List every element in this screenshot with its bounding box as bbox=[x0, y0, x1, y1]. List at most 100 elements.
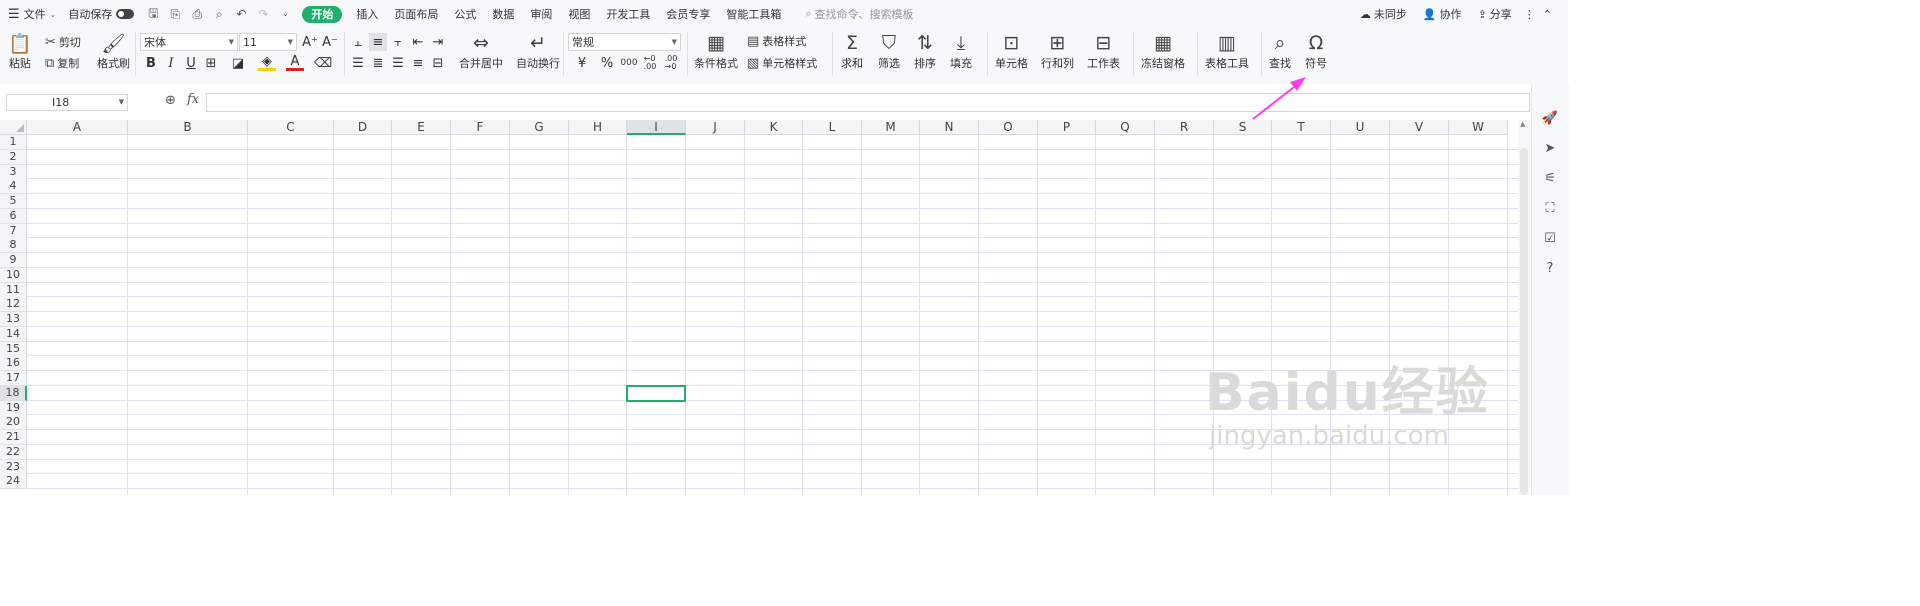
row-header[interactable]: 7 bbox=[0, 223, 27, 239]
row-header[interactable]: 11 bbox=[0, 282, 27, 298]
column-header[interactable]: F bbox=[451, 120, 510, 135]
row-header[interactable]: 14 bbox=[0, 326, 27, 342]
align-bottom-icon[interactable]: ⫟ bbox=[389, 33, 407, 51]
row-header[interactable]: 19 bbox=[0, 400, 27, 416]
table-style-button[interactable]: ▤ 表格样式 bbox=[747, 31, 806, 51]
cut-button[interactable]: ✂ 剪切 bbox=[45, 32, 81, 52]
fill-color-icon[interactable]: ◈ bbox=[258, 54, 276, 71]
collab-button[interactable]: 👤 协作 bbox=[1415, 3, 1470, 25]
distributed-icon[interactable]: ⊟ bbox=[429, 54, 447, 72]
row-header[interactable]: 22 bbox=[0, 444, 27, 460]
symbol-button[interactable]: Ω 符号 bbox=[1305, 30, 1327, 72]
column-header[interactable]: W bbox=[1449, 120, 1508, 135]
worksheet-button[interactable]: ⊟ 工作表 bbox=[1087, 30, 1120, 72]
column-header[interactable]: H bbox=[569, 120, 627, 135]
column-header[interactable]: N bbox=[920, 120, 979, 135]
freeze-panes-button[interactable]: ▦ 冻结窗格 bbox=[1141, 30, 1185, 72]
autosave-toggle[interactable]: 自动保存 bbox=[64, 3, 142, 25]
cell-button[interactable]: ⊡ 单元格 bbox=[995, 30, 1028, 72]
tab-smart-toolbox[interactable]: 智能工具箱 bbox=[718, 3, 789, 25]
undo-icon[interactable]: ↶ bbox=[232, 5, 250, 23]
increase-decimal-button[interactable]: ←0 .00 bbox=[640, 54, 660, 72]
tab-developer[interactable]: 开发工具 bbox=[598, 3, 658, 25]
row-header[interactable]: 13 bbox=[0, 312, 27, 327]
print-preview-icon[interactable]: ⌕ bbox=[210, 5, 228, 23]
crop-icon[interactable]: ⛶ bbox=[1541, 199, 1559, 217]
row-header[interactable]: 3 bbox=[0, 164, 27, 180]
more-quick-access-icon[interactable]: ⌄ bbox=[276, 5, 294, 23]
sort-button[interactable]: ⇅ 排序 bbox=[914, 30, 936, 72]
row-header[interactable]: 16 bbox=[0, 356, 27, 372]
font-color-icon[interactable]: A bbox=[286, 54, 304, 71]
justify-icon[interactable]: ≡ bbox=[409, 54, 427, 72]
column-header[interactable]: R bbox=[1155, 120, 1214, 135]
table-tools-button[interactable]: ▥ 表格工具 bbox=[1205, 30, 1249, 72]
format-painter-button[interactable]: 🖌 格式刷 bbox=[97, 30, 130, 72]
column-header[interactable]: A bbox=[27, 120, 128, 135]
row-header[interactable]: 18 bbox=[0, 385, 27, 401]
indent-increase-icon[interactable]: ⇥ bbox=[429, 33, 447, 51]
row-header[interactable]: 5 bbox=[0, 194, 27, 209]
rocket-icon[interactable]: 🚀 bbox=[1541, 109, 1559, 127]
merge-center-button[interactable]: ⇔ 合并居中 bbox=[459, 30, 503, 72]
sliders-icon[interactable]: ⚟ bbox=[1541, 169, 1559, 187]
copy-button[interactable]: ⧉ 复制 bbox=[45, 53, 79, 73]
column-header[interactable]: Q bbox=[1096, 120, 1155, 135]
tab-page-layout[interactable]: 页面布局 bbox=[386, 3, 446, 25]
align-middle-icon[interactable]: ≡ bbox=[369, 33, 387, 51]
fill-shading-icon[interactable]: ◪ bbox=[229, 54, 247, 72]
conditional-format-button[interactable]: ▦ 条件格式 bbox=[694, 30, 738, 72]
help-icon[interactable]: ? bbox=[1541, 259, 1559, 277]
row-header[interactable]: 24 bbox=[0, 474, 27, 490]
tab-view[interactable]: 视图 bbox=[560, 3, 598, 25]
cursor-icon[interactable]: ➤ bbox=[1541, 139, 1559, 157]
command-search[interactable]: ⌕ 查找命令、搜索模板 bbox=[805, 6, 913, 22]
column-header[interactable]: E bbox=[392, 120, 451, 135]
number-format-select[interactable]: 常规 ▼ bbox=[568, 33, 681, 51]
column-header[interactable]: B bbox=[128, 120, 248, 135]
scroll-up-icon[interactable]: ▲ bbox=[1520, 120, 1525, 128]
currency-button[interactable]: ¥ bbox=[573, 54, 591, 72]
more-icon[interactable]: ⋮ bbox=[1520, 3, 1539, 25]
redo-icon[interactable]: ↷ bbox=[254, 5, 272, 23]
tab-formulas[interactable]: 公式 bbox=[446, 3, 484, 25]
row-header[interactable]: 20 bbox=[0, 415, 27, 431]
row-header[interactable]: 1 bbox=[0, 135, 27, 150]
filter-button[interactable]: ⛉ 筛选 bbox=[878, 30, 900, 72]
column-header[interactable]: S bbox=[1214, 120, 1272, 135]
row-header[interactable]: 23 bbox=[0, 459, 27, 475]
sync-button[interactable]: ☁ 未同步 bbox=[1352, 3, 1415, 25]
increase-font-icon[interactable]: A⁺ bbox=[301, 33, 319, 51]
column-header[interactable]: O bbox=[979, 120, 1038, 135]
wrap-text-button[interactable]: ↵ 自动换行 bbox=[516, 30, 560, 72]
tab-insert[interactable]: 插入 bbox=[348, 3, 386, 25]
column-header[interactable]: T bbox=[1272, 120, 1331, 135]
row-col-button[interactable]: ⊞ 行和列 bbox=[1041, 30, 1074, 72]
column-header[interactable]: C bbox=[248, 120, 334, 135]
align-top-icon[interactable]: ⫠ bbox=[349, 33, 367, 51]
row-header[interactable]: 9 bbox=[0, 253, 27, 268]
percent-button[interactable]: % bbox=[598, 54, 616, 72]
row-header[interactable]: 15 bbox=[0, 341, 27, 357]
backup-icon[interactable]: ☑ bbox=[1541, 229, 1559, 247]
thousands-button[interactable]: 000 bbox=[618, 54, 640, 72]
selected-cell[interactable] bbox=[626, 384, 686, 402]
column-header[interactable]: I bbox=[627, 120, 686, 135]
align-right-icon[interactable]: ☰ bbox=[389, 54, 407, 72]
column-header[interactable]: J bbox=[686, 120, 745, 135]
column-header[interactable]: D bbox=[334, 120, 392, 135]
align-left-icon[interactable]: ☰ bbox=[349, 54, 367, 72]
save-icon[interactable]: 🖫 bbox=[144, 5, 162, 23]
tab-review[interactable]: 审阅 bbox=[522, 3, 560, 25]
sum-button[interactable]: Σ 求和 bbox=[841, 30, 863, 72]
paste-button[interactable]: 📋 粘贴 bbox=[8, 30, 32, 72]
align-center-icon[interactable]: ≣ bbox=[369, 54, 387, 72]
column-header[interactable]: P bbox=[1038, 120, 1096, 135]
row-header[interactable]: 21 bbox=[0, 430, 27, 445]
row-header[interactable]: 8 bbox=[0, 238, 27, 254]
column-header[interactable]: G bbox=[510, 120, 569, 135]
row-header[interactable]: 4 bbox=[0, 179, 27, 195]
underline-icon[interactable]: U bbox=[182, 54, 200, 72]
row-header[interactable]: 6 bbox=[0, 208, 27, 224]
column-header[interactable]: L bbox=[803, 120, 862, 135]
